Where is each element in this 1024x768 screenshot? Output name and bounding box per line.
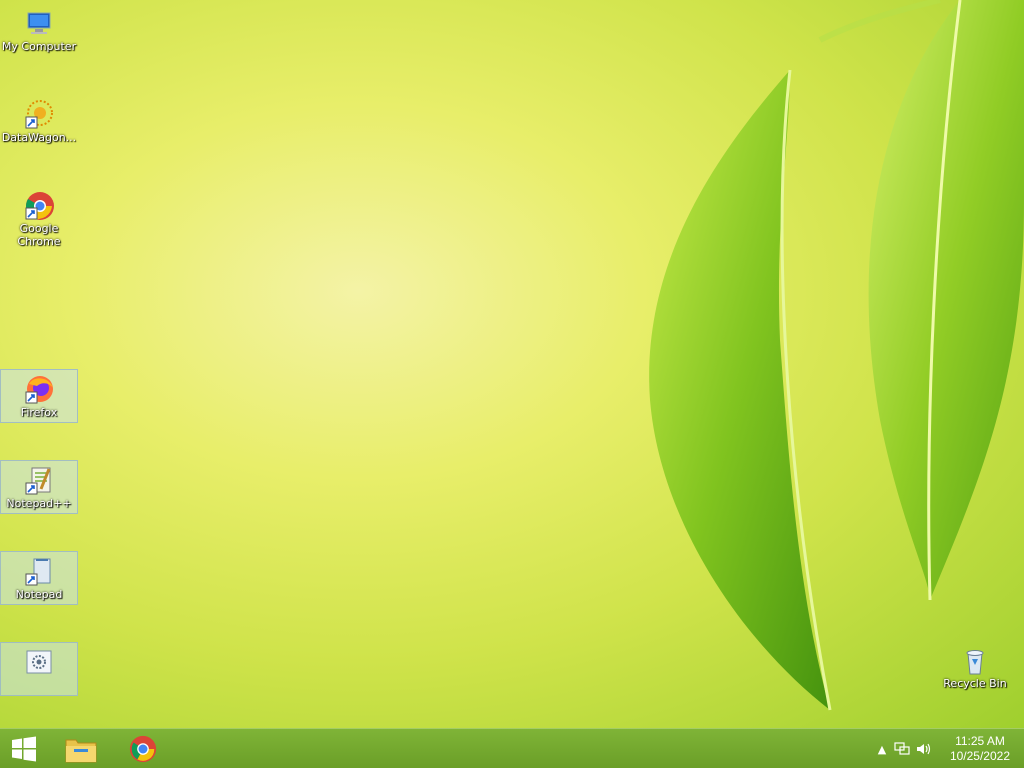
wallpaper-leaves [649, 0, 1024, 711]
computer-icon [27, 12, 51, 34]
desktop[interactable]: My Computer DataWagon... Google Chrome F… [0, 0, 1024, 728]
datawagon-icon [25, 100, 53, 129]
desktop-icon-firefox[interactable]: Firefox [0, 369, 78, 423]
clock-time: 11:25 AM [955, 734, 1005, 748]
clock-date: 10/25/2022 [949, 749, 1010, 763]
recycle-bin-icon [966, 650, 984, 675]
desktop-icon-label: DataWagon... [1, 131, 77, 144]
volume-icon[interactable] [916, 741, 932, 757]
taskbar-clock[interactable]: 11:25 AM 10/25/2022 [950, 734, 1010, 764]
taskbar: ▲ 11:25 AM 10/25/2022 [0, 728, 1024, 768]
windows-start-icon [12, 736, 36, 762]
desktop-icon-recycle-bin[interactable]: Recycle Bin [936, 641, 1014, 695]
desktop-icon-shortcut-app[interactable] [0, 642, 78, 696]
desktop-icon-label: Recycle Bin [943, 677, 1007, 690]
desktop-icon-label: Notepad++ [6, 497, 72, 510]
desktop-icon-label: Notepad [15, 588, 63, 601]
desktop-icon-notepad[interactable]: Notepad [0, 551, 78, 605]
taskbar-file-explorer-button[interactable] [56, 729, 106, 768]
notepad-icon [25, 558, 51, 586]
network-icon[interactable] [894, 741, 910, 757]
desktop-icon-my-computer[interactable]: My Computer [0, 4, 78, 58]
show-hidden-icons-arrow[interactable]: ▲ [874, 741, 890, 757]
notepad-plus-plus-icon [25, 467, 51, 495]
chrome-icon [129, 735, 157, 763]
desktop-icon-notepad-plus-plus[interactable]: Notepad++ [0, 460, 78, 514]
desktop-icon-label: My Computer [1, 40, 77, 53]
system-tray: ▲ 11:25 AM 10/25/2022 [864, 729, 1024, 768]
desktop-icon-google-chrome[interactable]: Google Chrome [0, 186, 78, 254]
taskbar-chrome-button[interactable] [118, 729, 168, 768]
desktop-icon-datawagon[interactable]: DataWagon... [0, 95, 78, 149]
file-explorer-icon [65, 739, 97, 763]
desktop-icon-label: Google Chrome [17, 222, 61, 248]
start-button[interactable] [0, 729, 48, 768]
shortcut-app-icon [26, 650, 52, 674]
firefox-icon [25, 376, 53, 404]
chrome-icon [25, 192, 54, 220]
desktop-icon-label: Firefox [20, 406, 58, 419]
